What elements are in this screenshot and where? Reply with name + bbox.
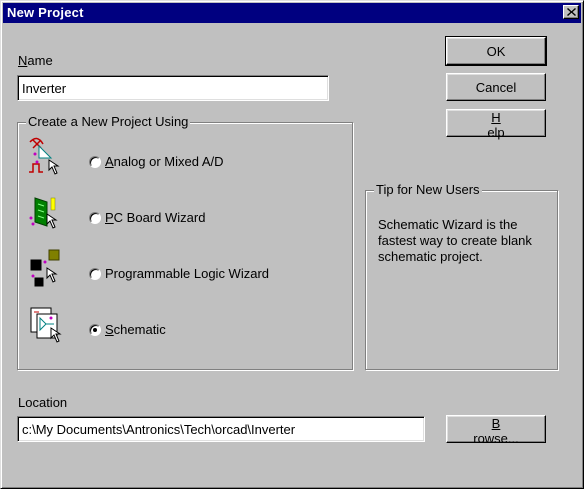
- programmable-logic-label[interactable]: Programmable Logic Wizard: [105, 266, 269, 281]
- tip-legend: Tip for New Users: [374, 182, 482, 198]
- schematic-icon: [30, 307, 62, 343]
- pc-board-label[interactable]: PC Board Wizard: [105, 210, 205, 225]
- programmable-logic-radio[interactable]: [89, 268, 101, 280]
- tip-group: Tip for New Users Schematic Wizard is th…: [365, 182, 558, 370]
- schematic-label[interactable]: Schematic: [105, 322, 166, 337]
- help-button[interactable]: Help: [446, 109, 546, 140]
- pc-board-radio[interactable]: [89, 212, 101, 224]
- option-programmable-logic-wizard[interactable]: Programmable Logic Wizard: [19, 248, 339, 298]
- title-bar[interactable]: New Project: [3, 3, 581, 23]
- analog-radio[interactable]: [89, 156, 101, 168]
- cancel-button[interactable]: Cancel: [446, 73, 546, 101]
- window-title: New Project: [7, 5, 84, 20]
- browse-button[interactable]: Browse...: [446, 415, 546, 446]
- radio-selected-dot: [93, 328, 97, 332]
- schematic-radio[interactable]: [89, 324, 101, 336]
- name-label: Name: [18, 53, 53, 68]
- option-schematic[interactable]: Schematic: [19, 304, 339, 354]
- ok-button[interactable]: OK: [445, 36, 547, 66]
- option-pc-board-wizard[interactable]: PC Board Wizard: [19, 192, 339, 242]
- location-input[interactable]: [17, 416, 425, 442]
- option-analog[interactable]: Analog or Mixed A/D: [19, 136, 339, 186]
- pcb-wizard-icon: [29, 197, 58, 229]
- analog-icon: [29, 137, 60, 175]
- new-project-dialog: New Project Name OK Cancel Help Create a…: [0, 0, 584, 489]
- pld-wizard-icon: [30, 249, 60, 287]
- create-project-legend: Create a New Project Using: [26, 114, 191, 130]
- close-icon: [567, 8, 576, 16]
- analog-label[interactable]: Analog or Mixed A/D: [105, 154, 224, 169]
- name-input[interactable]: [17, 75, 329, 101]
- close-button[interactable]: [563, 5, 579, 19]
- location-label: Location: [18, 395, 68, 410]
- tip-text: Schematic Wizard is the fastest way to c…: [378, 217, 532, 264]
